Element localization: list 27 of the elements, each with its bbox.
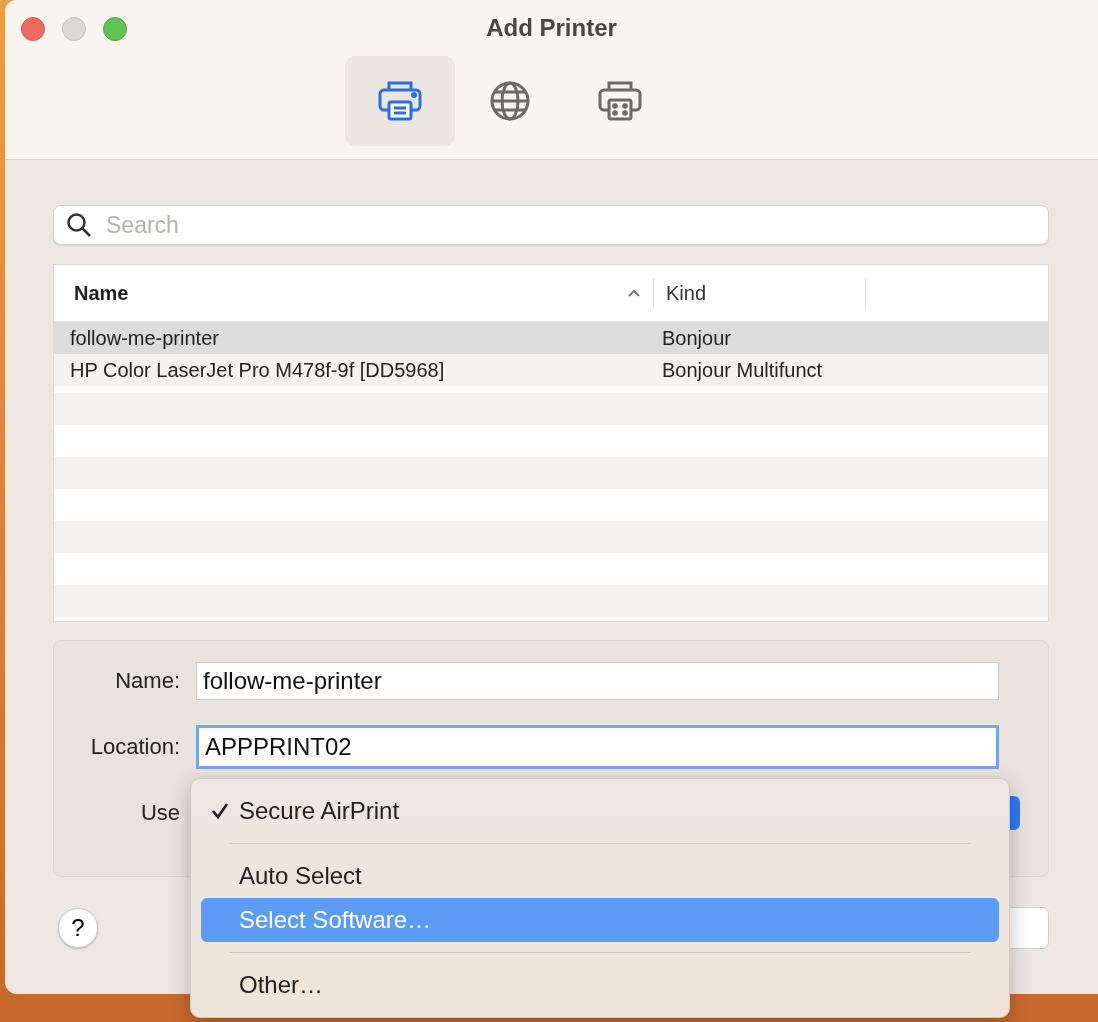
checkmark-icon bbox=[211, 802, 229, 820]
printer-kind: Bonjour bbox=[662, 326, 731, 350]
printer-icon bbox=[376, 80, 423, 122]
menu-item[interactable]: Other… bbox=[201, 963, 999, 1007]
globe-icon bbox=[488, 80, 531, 122]
search-field[interactable]: Search bbox=[53, 205, 1049, 245]
window-title: Add Printer bbox=[486, 14, 617, 42]
sort-caret-icon bbox=[627, 288, 641, 298]
field-label: Location: bbox=[89, 734, 181, 760]
toolbar-tab[interactable] bbox=[344, 56, 455, 146]
printer-kind: Bonjour Multifunct bbox=[662, 358, 823, 382]
column-header[interactable]: Kind bbox=[654, 278, 866, 308]
help-button[interactable]: ? bbox=[58, 908, 98, 948]
search-icon bbox=[66, 212, 92, 238]
close-button[interactable] bbox=[21, 17, 45, 41]
zoom-button[interactable] bbox=[103, 17, 127, 41]
column-header[interactable]: Name bbox=[54, 278, 654, 308]
location-field[interactable]: APPPRINT02 bbox=[196, 725, 999, 769]
table-row[interactable]: follow-me-printer Bonjour bbox=[54, 322, 1048, 354]
menu-item[interactable]: Auto Select bbox=[201, 854, 999, 898]
name-field[interactable]: follow-me-printer bbox=[196, 662, 999, 700]
menu-item[interactable]: Secure AirPrint bbox=[201, 789, 999, 833]
printer-name: follow-me-printer bbox=[69, 326, 220, 350]
printer-icon bbox=[596, 80, 643, 122]
field-label: Name: bbox=[114, 668, 181, 694]
field-label: Use bbox=[139, 800, 181, 826]
printer-name: HP Color LaserJet Pro M478f-9f [DD5968] bbox=[69, 358, 446, 382]
